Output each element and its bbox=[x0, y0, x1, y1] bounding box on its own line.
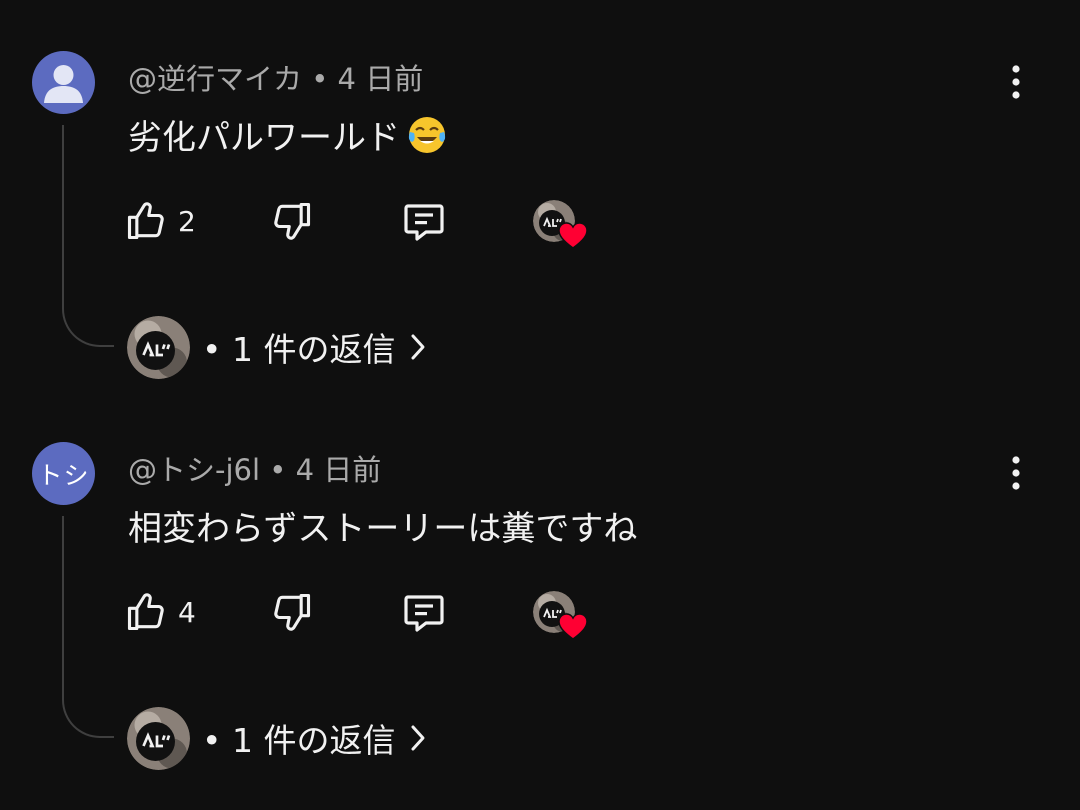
more-options-button[interactable] bbox=[996, 60, 1036, 104]
reply-avatar bbox=[127, 706, 190, 770]
comment-meta: @逆行マイカ • 4 日前 bbox=[128, 62, 424, 96]
chevron-right-icon bbox=[411, 725, 425, 751]
thumb-up-icon bbox=[127, 593, 164, 631]
replies-link[interactable]: • 1 件の返信 bbox=[202, 323, 427, 371]
thread-line bbox=[62, 125, 114, 347]
more-vert-icon bbox=[1012, 456, 1020, 490]
comment-body: 相変わらずストーリーは糞ですね bbox=[128, 501, 637, 550]
chevron-right-icon bbox=[411, 334, 425, 360]
view-replies-button[interactable]: • 1 件の返信 bbox=[127, 705, 427, 771]
comments-screen: @逆行マイカ • 4 日前 劣化パルワールド 2 • 1 件の返信 トシ @トシ… bbox=[0, 0, 1080, 810]
reply-button[interactable] bbox=[400, 196, 448, 246]
replies-count-label: • 1 件の返信 bbox=[202, 330, 396, 369]
comment-body: 劣化パルワールド bbox=[128, 110, 448, 159]
comment-text: 劣化パルワールド bbox=[128, 118, 400, 158]
replies-link[interactable]: • 1 件の返信 bbox=[202, 714, 427, 762]
like-count: 2 bbox=[178, 204, 196, 238]
face-with-tears-of-joy-icon bbox=[408, 116, 446, 153]
thumb-down-icon bbox=[274, 202, 311, 240]
reply-avatar bbox=[127, 315, 190, 379]
avatar[interactable] bbox=[32, 51, 95, 114]
channel-logo-icon bbox=[127, 706, 190, 770]
creator-heart-badge bbox=[533, 200, 589, 250]
person-icon bbox=[44, 65, 83, 103]
reply-icon bbox=[404, 204, 444, 241]
view-replies-button[interactable]: • 1 件の返信 bbox=[127, 314, 427, 380]
channel-logo-icon bbox=[127, 315, 190, 379]
comment-thread: @逆行マイカ • 4 日前 劣化パルワールド 2 • 1 件の返信 bbox=[0, 0, 1080, 390]
replies-count-label: • 1 件の返信 bbox=[202, 721, 396, 760]
reply-button[interactable] bbox=[400, 587, 448, 637]
thumb-up-icon bbox=[127, 202, 164, 240]
avatar-initials: トシ bbox=[37, 460, 90, 490]
comment-thread: トシ @トシ-j6l • 4 日前 相変わらずストーリーは糞ですね 4 • 1 … bbox=[0, 391, 1080, 781]
heart-icon bbox=[558, 613, 588, 640]
thumb-down-icon bbox=[274, 593, 311, 631]
creator-heart-badge bbox=[533, 591, 589, 641]
like-button[interactable]: 4 bbox=[124, 587, 196, 637]
more-vert-icon bbox=[1012, 65, 1020, 99]
comment-meta: @トシ-j6l • 4 日前 bbox=[128, 453, 382, 487]
more-options-button[interactable] bbox=[996, 451, 1036, 495]
avatar[interactable]: トシ bbox=[32, 442, 95, 505]
thread-line bbox=[62, 516, 114, 738]
like-count: 4 bbox=[178, 595, 196, 629]
reply-icon bbox=[404, 595, 444, 632]
dislike-button[interactable] bbox=[270, 196, 314, 246]
dislike-button[interactable] bbox=[270, 587, 314, 637]
comment-text: 相変わらずストーリーは糞ですね bbox=[128, 509, 638, 549]
heart-icon bbox=[558, 222, 588, 249]
like-button[interactable]: 2 bbox=[124, 196, 196, 246]
